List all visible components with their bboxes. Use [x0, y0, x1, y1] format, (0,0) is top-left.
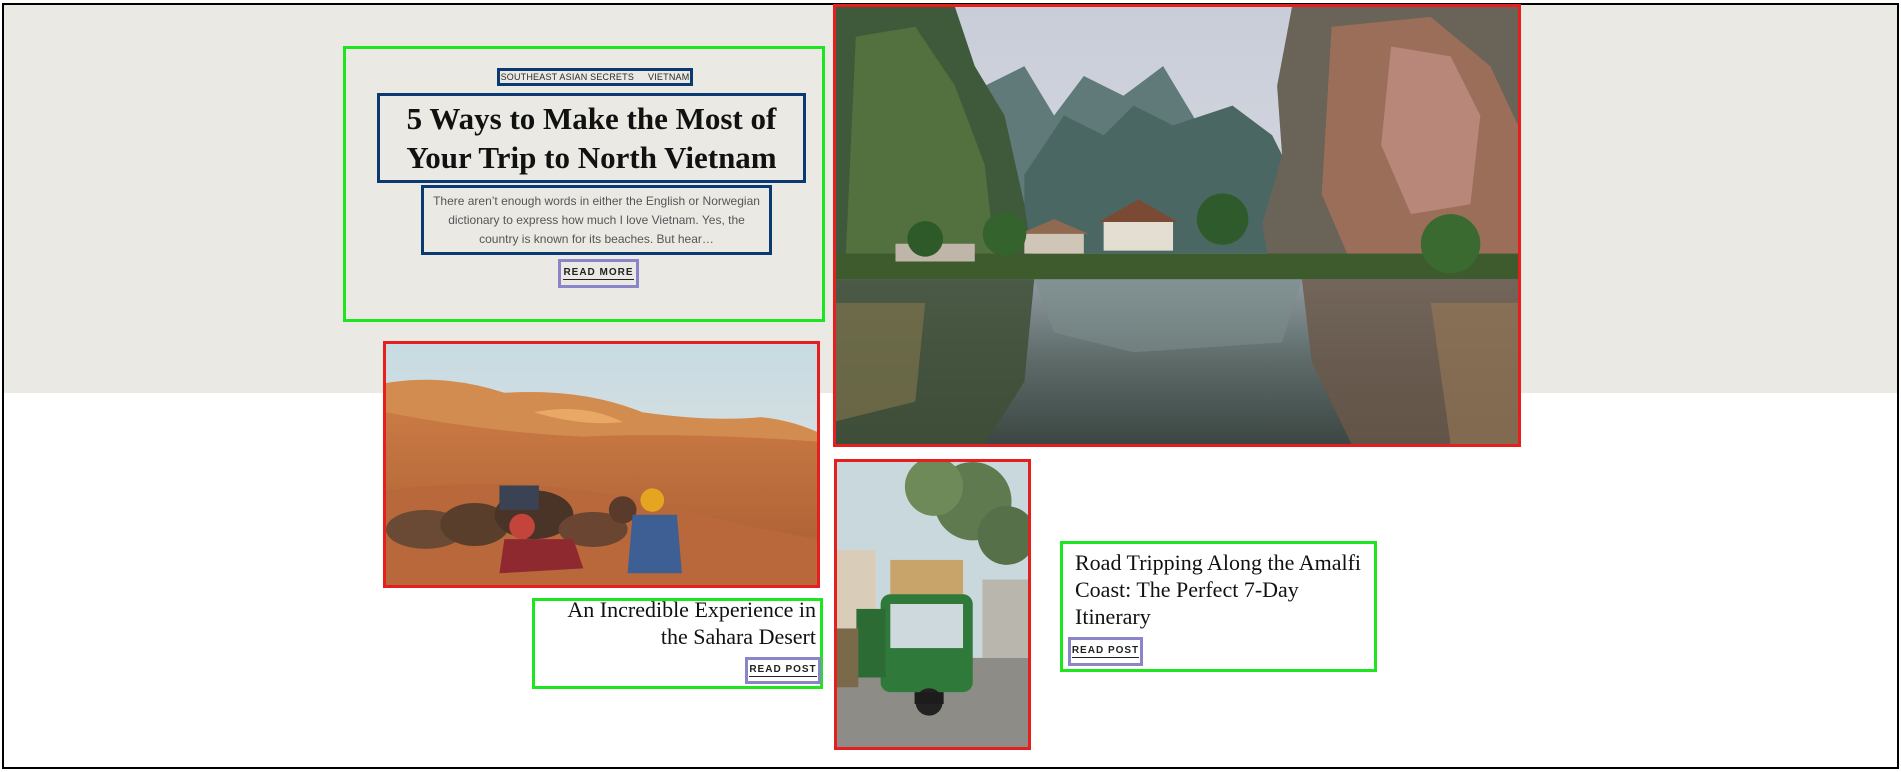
featured-post-excerpt-box: There aren’t enough words in either the …: [421, 185, 772, 255]
read-more-button[interactable]: READ MORE: [558, 259, 639, 288]
sahara-read-post-label: READ POST: [749, 664, 817, 677]
amalfi-read-post-label: READ POST: [1071, 645, 1140, 658]
amalfi-read-post-button[interactable]: READ POST: [1068, 637, 1143, 666]
featured-post-tags: SOUTHEAST ASIAN SECRETS VIETNAM: [497, 68, 693, 86]
vietnam-landscape-image: [836, 7, 1518, 444]
amalfi-post-title[interactable]: Road Tripping Along the Amalfi Coast: Th…: [1075, 549, 1367, 630]
featured-post-image[interactable]: [833, 4, 1521, 447]
featured-post-title-box: 5 Ways to Make the Most of Your Trip to …: [377, 93, 806, 183]
sahara-desert-image: [386, 344, 817, 585]
tag-vietnam[interactable]: VIETNAM: [648, 72, 689, 82]
featured-post-excerpt: There aren’t enough words in either the …: [433, 193, 760, 246]
read-more-label: READ MORE: [563, 267, 634, 280]
sahara-post-title[interactable]: An Incredible Experience in the Sahara D…: [540, 596, 816, 650]
sahara-read-post-button[interactable]: READ POST: [745, 657, 821, 684]
sahara-post-image[interactable]: [383, 341, 820, 588]
featured-post-title[interactable]: 5 Ways to Make the Most of Your Trip to …: [380, 99, 803, 177]
tag-southeast-asian-secrets[interactable]: SOUTHEAST ASIAN SECRETS: [501, 72, 634, 82]
amalfi-tuktuk-image: [837, 462, 1028, 747]
amalfi-post-image[interactable]: [834, 459, 1031, 750]
